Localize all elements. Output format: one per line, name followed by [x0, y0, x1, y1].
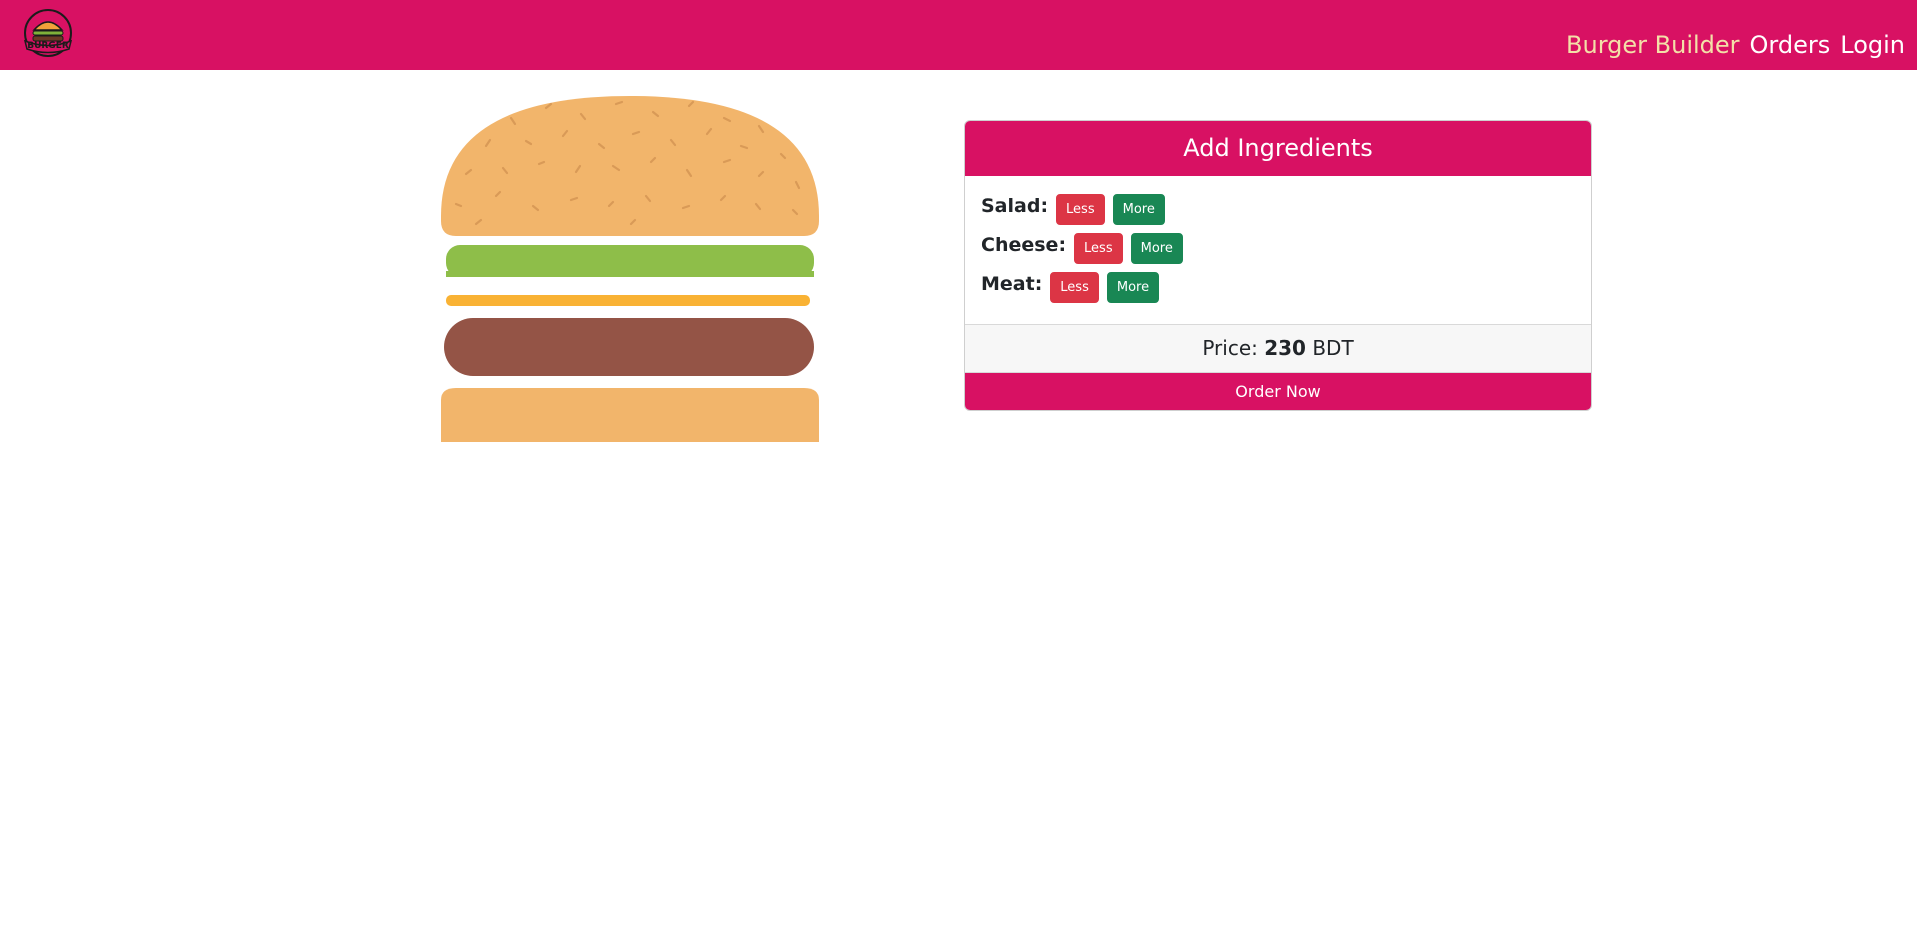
ingredient-row-meat: Meat: Less More [981, 272, 1575, 303]
navbar: BURGER Burger Builder Orders Login [0, 0, 1917, 70]
cheese-less-button[interactable]: Less [1074, 233, 1123, 264]
price-currency: BDT [1312, 336, 1354, 360]
card-header: Add Ingredients [965, 121, 1591, 176]
meat-more-button[interactable]: More [1106, 272, 1160, 303]
cheese-layer [446, 295, 810, 306]
nav-links: Burger Builder Orders Login [1566, 28, 1905, 62]
ingredient-row-cheese: Cheese: Less More [981, 233, 1575, 264]
salad-less-button[interactable]: Less [1056, 194, 1105, 225]
build-controls-card: Add Ingredients Salad: Less More Cheese:… [964, 120, 1592, 411]
price-prefix: Price: [1202, 336, 1258, 360]
nav-link-login[interactable]: Login [1840, 28, 1905, 62]
salad-more-button[interactable]: More [1112, 194, 1165, 225]
ingredient-row-salad: Salad: Less More [981, 194, 1575, 225]
salad-underside [446, 271, 814, 277]
meat-layer [444, 318, 814, 376]
bread-bottom [441, 388, 819, 442]
cheese-more-button[interactable]: More [1130, 233, 1183, 264]
ingredient-label-meat: Meat: [981, 272, 1043, 295]
ingredient-label-salad: Salad: [981, 194, 1049, 217]
ingredient-label-cheese: Cheese: [981, 233, 1067, 256]
price-value: 230 [1264, 336, 1306, 360]
order-now-button[interactable]: Order Now [965, 373, 1591, 410]
logo-text: BURGER [27, 41, 69, 51]
nav-link-burger-builder[interactable]: Burger Builder [1566, 28, 1740, 62]
burger-preview [441, 96, 819, 442]
burger-logo-icon[interactable]: BURGER [20, 8, 76, 58]
nav-link-orders[interactable]: Orders [1750, 28, 1831, 62]
ingredient-controls: Salad: Less More Cheese: Less More Meat:… [965, 176, 1591, 325]
price-display: Price: 230 BDT [965, 325, 1591, 373]
meat-less-button[interactable]: Less [1050, 272, 1099, 303]
bread-top [441, 96, 819, 236]
